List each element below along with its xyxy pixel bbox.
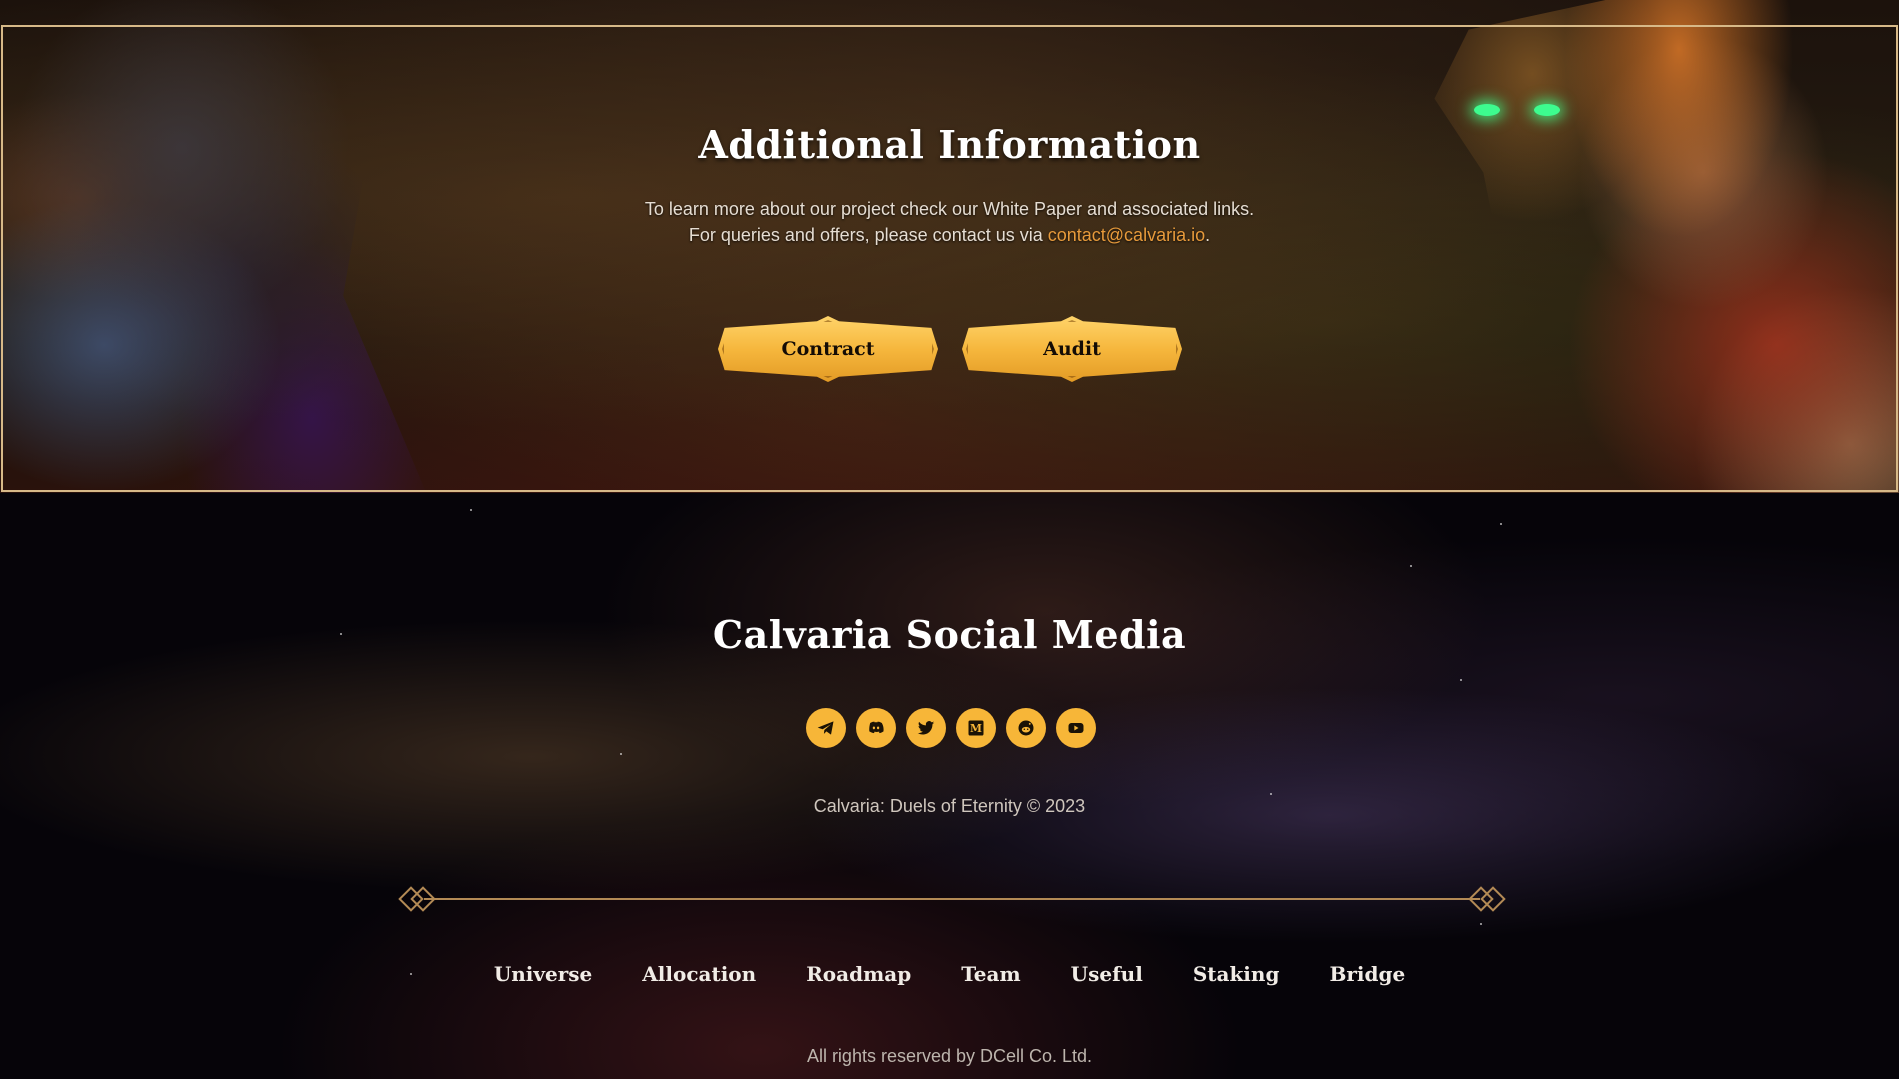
medium-link[interactable]: M — [956, 708, 996, 748]
telegram-link[interactable] — [806, 708, 846, 748]
page: Additional Information To learn more abo… — [0, 0, 1899, 1079]
star — [1410, 565, 1412, 567]
footer-nav-roadmap[interactable]: Roadmap — [806, 962, 911, 986]
info-line-1: To learn more about our project check ou… — [644, 199, 1255, 219]
twitter-icon — [917, 721, 935, 735]
info-line-2-prefix: For queries and offers, please contact u… — [688, 225, 1048, 245]
youtube-link[interactable] — [1056, 708, 1096, 748]
info-line-2-suffix: . — [1205, 225, 1211, 245]
telegram-icon — [817, 721, 834, 735]
footer-nav-universe[interactable]: Universe — [494, 962, 592, 986]
contract-button-label: Contract — [781, 338, 875, 360]
medium-letter: M — [970, 722, 982, 735]
social-media-title: Calvaria Social Media — [712, 612, 1187, 657]
footer-nav: Universe Allocation Roadmap Team Useful … — [0, 962, 1899, 986]
social-links: M — [806, 708, 1096, 748]
contact-email-link[interactable]: contact@calvaria.io — [1048, 225, 1205, 245]
footer-divider — [398, 884, 1506, 914]
discord-link[interactable] — [856, 708, 896, 748]
footer-nav-staking[interactable]: Staking — [1193, 962, 1280, 986]
divider-line — [424, 898, 1480, 900]
info-description: To learn more about our project check ou… — [0, 196, 1899, 248]
medium-icon: M — [968, 720, 984, 736]
star — [1460, 679, 1462, 681]
audit-button-label: Audit — [1043, 338, 1101, 360]
youtube-icon — [1068, 723, 1084, 733]
copyright-text: Calvaria: Duels of Eternity © 2023 — [813, 796, 1086, 816]
star — [1480, 923, 1482, 925]
star — [1270, 793, 1272, 795]
footer-nav-useful[interactable]: Useful — [1071, 962, 1143, 986]
reddit-icon — [1018, 720, 1034, 736]
reddit-link[interactable] — [1006, 708, 1046, 748]
footer — [0, 493, 1899, 1079]
footer-nav-allocation[interactable]: Allocation — [642, 962, 756, 986]
star — [620, 753, 622, 755]
footer-nav-team[interactable]: Team — [961, 962, 1020, 986]
star — [470, 509, 472, 511]
info-title: Additional Information — [698, 122, 1201, 167]
additional-info-section: Additional Information To learn more abo… — [0, 0, 1899, 493]
rights-text: All rights reserved by DCell Co. Ltd. — [806, 1046, 1093, 1066]
star — [1500, 523, 1502, 525]
twitter-link[interactable] — [906, 708, 946, 748]
footer-nav-bridge[interactable]: Bridge — [1329, 962, 1405, 986]
info-frame-border — [1, 25, 1898, 492]
discord-icon — [869, 721, 884, 734]
